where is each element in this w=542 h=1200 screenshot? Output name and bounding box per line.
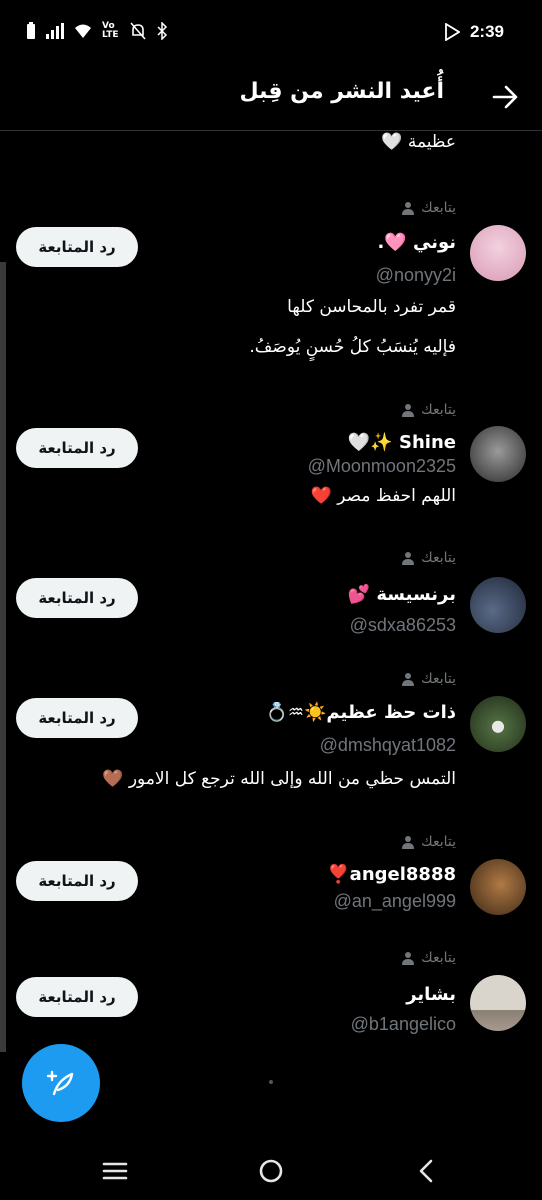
avatar-image: [470, 225, 526, 281]
back-arrow-icon[interactable]: [490, 82, 520, 112]
avatar-image: [470, 426, 526, 482]
person-icon: [402, 202, 415, 215]
home-icon[interactable]: [256, 1156, 286, 1186]
status-bar: Vo LTE 2:39: [0, 0, 542, 64]
person-icon: [402, 404, 415, 417]
user-handle: @an_angel999: [333, 891, 456, 911]
user-name[interactable]: ذات حظ عظيم☀️♒💍: [265, 702, 456, 723]
user-handle: @sdxa86253: [349, 615, 456, 635]
user-bio-line: التمس حظي من الله وإلى الله ترجع كل الام…: [102, 769, 456, 789]
avatar[interactable]: [470, 577, 526, 633]
follows-you-label: يتابعك: [401, 834, 456, 850]
follows-you-label: يتابعك: [401, 950, 456, 966]
user-name[interactable]: angel8888❣️: [327, 864, 456, 885]
avatar-image: [470, 696, 526, 752]
user-handle: @Moonmoon2325: [307, 456, 456, 476]
follows-you-label: يتابعك: [401, 200, 456, 216]
avatar[interactable]: [470, 225, 526, 281]
play-protect-icon: [445, 23, 460, 41]
scrollbar[interactable]: [0, 262, 6, 1052]
follow-back-button[interactable]: رد المتابعة: [16, 977, 138, 1017]
user-handle: @b1angelico: [350, 1014, 456, 1034]
header: أُعيد النشر من قِبل: [0, 64, 542, 131]
bluetooth-icon: [157, 22, 168, 40]
user-name[interactable]: Shine ✨🤍: [348, 432, 456, 453]
follow-back-button[interactable]: رد المتابعة: [16, 227, 138, 267]
person-icon: [402, 552, 415, 565]
person-icon: [402, 836, 415, 849]
follow-back-button[interactable]: رد المتابعة: [16, 698, 138, 738]
avatar[interactable]: [470, 426, 526, 482]
user-handle: @nonyy2i: [375, 265, 456, 285]
avatar[interactable]: [470, 696, 526, 752]
battery-icon: [27, 22, 35, 39]
compose-feather-icon: [46, 1070, 74, 1096]
follows-you-label: يتابعك: [401, 671, 456, 687]
back-nav-icon[interactable]: [412, 1156, 442, 1186]
follow-back-button[interactable]: رد المتابعة: [16, 428, 138, 468]
follow-back-button[interactable]: رد المتابعة: [16, 861, 138, 901]
page-title: أُعيد النشر من قِبل: [239, 79, 444, 104]
user-name[interactable]: برنسيسة 💕: [348, 584, 456, 605]
user-name[interactable]: بشاير: [406, 984, 456, 1005]
mute-icon: [130, 22, 146, 40]
person-icon: [402, 673, 415, 686]
signal-icon: [46, 23, 64, 39]
clock: 2:39: [469, 22, 504, 41]
user-bio-line: فإليه يُنسَبُ كلُ حُسنٍ يُوصَفُ.: [249, 337, 456, 357]
user-bio-line: قمر تفرد بالمحاسن كلها: [287, 297, 456, 317]
avatar[interactable]: [470, 975, 526, 1031]
avatar-image: [470, 859, 526, 915]
recent-apps-icon[interactable]: [100, 1156, 130, 1186]
previous-item-text: عظيمة 🤍: [381, 132, 456, 152]
person-icon: [402, 952, 415, 965]
wifi-icon: [75, 24, 91, 38]
avatar-image: [470, 975, 526, 1031]
user-name[interactable]: نوني 🩷.: [377, 232, 456, 253]
network-label: Vo LTE: [102, 21, 119, 40]
follows-you-label: يتابعك: [401, 550, 456, 566]
user-handle: @dmshqyat1082: [319, 735, 456, 755]
follow-back-button[interactable]: رد المتابعة: [16, 578, 138, 618]
page-indicator-dot: [269, 1080, 273, 1084]
compose-button[interactable]: [22, 1044, 100, 1122]
follows-you-label: يتابعك: [401, 402, 456, 418]
avatar-image: [470, 577, 526, 633]
user-bio-line: اللهم احفظ مصر ❤️: [310, 486, 456, 506]
avatar[interactable]: [470, 859, 526, 915]
system-nav-bar: [0, 1142, 542, 1200]
